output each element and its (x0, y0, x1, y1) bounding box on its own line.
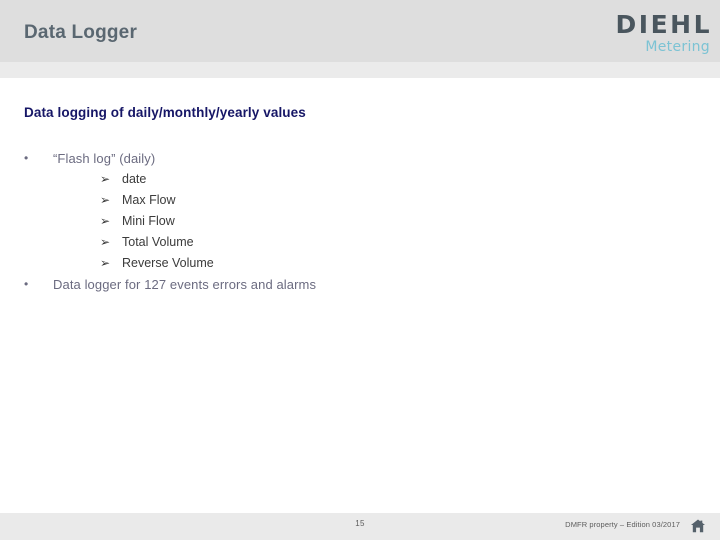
bullet-arrow-icon: ➢ (100, 172, 111, 186)
bullet-arrow-icon: ➢ (100, 256, 111, 270)
section-heading: Data logging of daily/monthly/yearly val… (24, 105, 306, 120)
logo-tagline-text: Metering (645, 39, 710, 55)
slide: Data Logger DIEHL Metering Data logging … (0, 0, 720, 540)
list-item: ➢ Reverse Volume (0, 253, 700, 274)
footer-copyright: DMFR property – Edition 03/2017 (565, 520, 680, 529)
list-item: • Data logger for 127 events errors and a… (0, 274, 700, 295)
list-item-label: Total Volume (122, 235, 194, 249)
list-item: ➢ date (0, 169, 700, 190)
bullet-arrow-icon: ➢ (100, 235, 111, 249)
bullet-list: • “Flash log” (daily) ➢ date ➢ Max Flow ➢ Mini … (0, 148, 700, 295)
list-item: ➢ Total Volume (0, 232, 700, 253)
list-item: ➢ Max Flow (0, 190, 700, 211)
bullet-arrow-icon: ➢ (100, 214, 111, 228)
diehl-metering-logo: DIEHL Metering (582, 12, 712, 55)
list-item-label: date (122, 172, 147, 186)
logo-brand-text: DIEHL (615, 10, 712, 39)
bullet-arrow-icon: ➢ (100, 193, 111, 207)
slide-content: Data logging of daily/monthly/yearly val… (0, 78, 720, 513)
list-item: ➢ Mini Flow (0, 211, 700, 232)
list-item-label: Max Flow (122, 193, 176, 207)
bullet-dot-icon: • (24, 277, 29, 291)
home-icon[interactable] (690, 519, 706, 533)
header-band-secondary (0, 62, 720, 78)
list-item: • “Flash log” (daily) (0, 148, 700, 169)
bullet-dot-icon: • (24, 151, 29, 165)
list-item-label: “Flash log” (daily) (53, 151, 156, 166)
page-title: Data Logger (24, 22, 138, 43)
list-item-label: Mini Flow (122, 214, 175, 228)
list-item-label: Data logger for 127 events errors and al… (53, 277, 317, 292)
list-item-label: Reverse Volume (122, 256, 214, 270)
